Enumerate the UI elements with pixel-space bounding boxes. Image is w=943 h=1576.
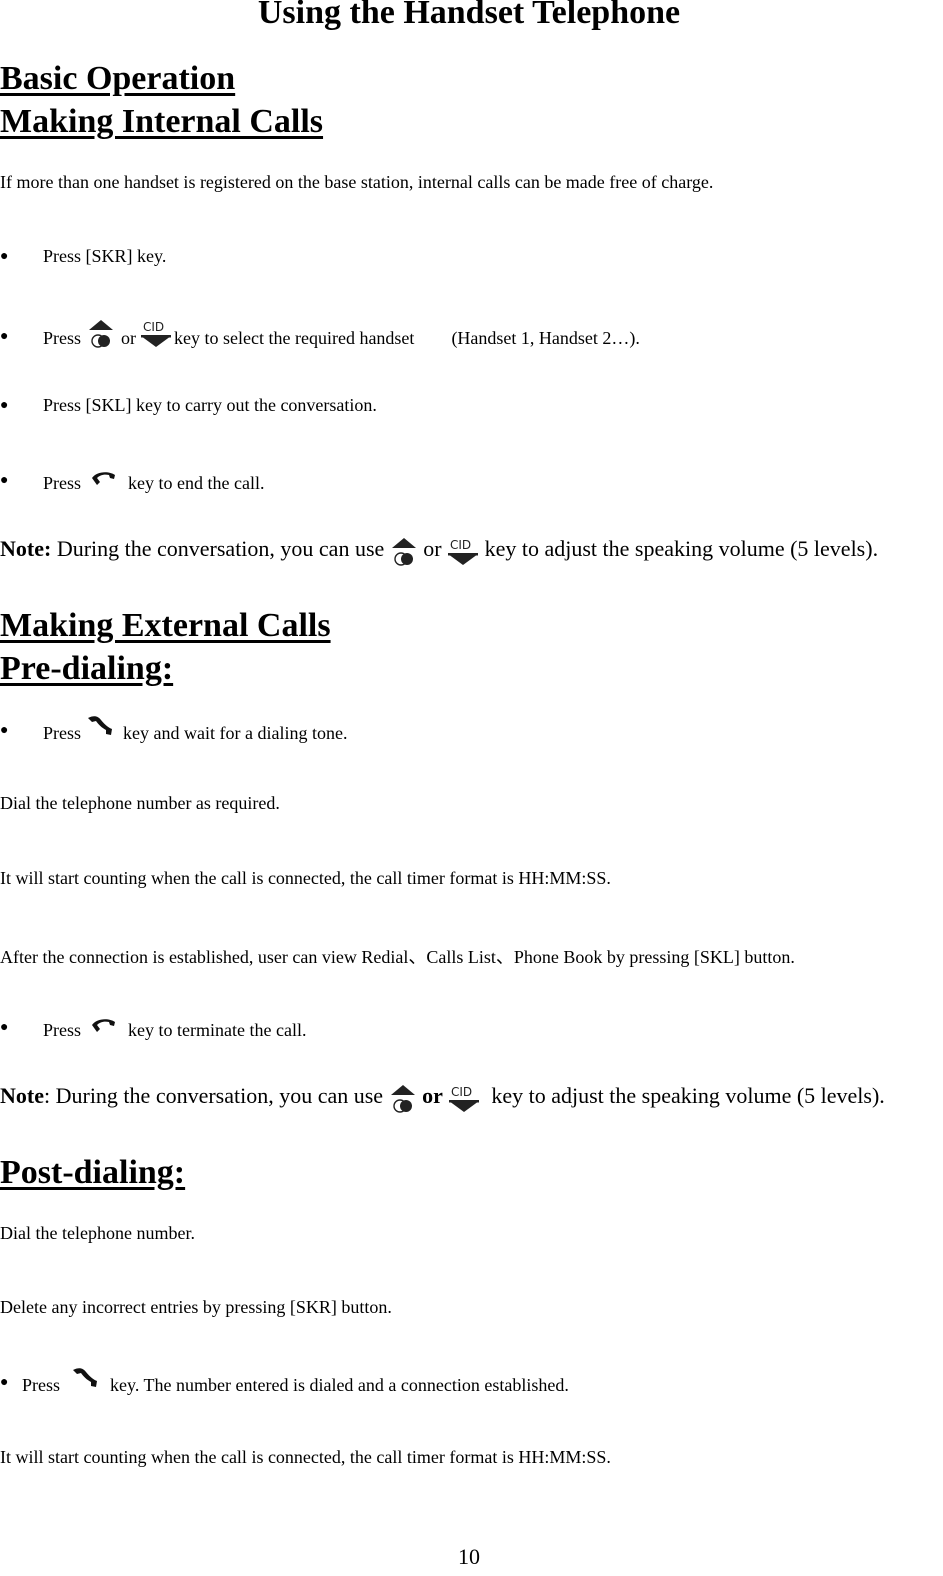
pre-dialing-para-1: Dial the telephone number as required. [0, 793, 280, 813]
step-text-pre: Press [43, 328, 82, 348]
note-label: Note [0, 1083, 44, 1108]
step-text-post: key to terminate the call. [128, 1020, 307, 1040]
note-text-post: key to adjust the speaking volume (5 lev… [484, 536, 879, 561]
list-item: ● Press key to terminate the call. [0, 1013, 900, 1043]
internal-calls-note: Note: During the conversation, you can u… [0, 533, 938, 566]
pre-dialing-para-3: After the connection is established, use… [0, 947, 795, 967]
bullet-icon: ● [0, 723, 9, 738]
post-dialing-para-1: Dial the telephone number. [0, 1223, 195, 1243]
step-text-post: key. The number entered is dialed and a … [110, 1375, 569, 1395]
post-dialing-para-2: Delete any incorrect entries by pressing… [0, 1297, 392, 1317]
list-item: ● Press [SKL] key to carry out the conve… [0, 395, 900, 421]
step-text-post: key to select the required handset [174, 328, 415, 348]
pre-dialing-note: Note: During the conversation, you can u… [0, 1080, 938, 1113]
post-dialing-para-3: It will start counting when the call is … [0, 1447, 611, 1467]
end-call-icon [89, 1017, 119, 1035]
internal-calls-intro: If more than one handset is registered o… [0, 172, 714, 192]
step-text-pre: Press [43, 473, 82, 493]
heading-basic-operation: Basic Operation [0, 60, 236, 97]
note-text-post: key to adjust the speaking volume (5 lev… [491, 1083, 885, 1108]
heading-pre-dialing: Pre-dialing: [0, 650, 174, 687]
step-text-post: key and wait for a dialing tone. [123, 723, 348, 743]
cid-down-arrow-icon: CID [448, 1084, 480, 1114]
heading-making-internal-calls: Making Internal Calls [0, 103, 324, 140]
step-text: Press [SKL] key to carry out the convers… [43, 395, 377, 415]
bullet-icon: ● [0, 398, 9, 413]
bullet-icon: ● [0, 1375, 9, 1390]
note-text-pre: During the conversation, you can use [56, 536, 385, 561]
cid-label: CID [143, 320, 164, 334]
list-item: ● Press key to end the call. [0, 466, 900, 496]
page-title: Using the Handset Telephone [257, 0, 681, 31]
step-text-post: key to end the call. [128, 473, 265, 493]
bullet-icon: ● [0, 473, 9, 488]
step-text-pre: Press [43, 723, 82, 743]
step-text-pre: Press [22, 1375, 61, 1395]
list-item: ● Press [SKR] key. [0, 246, 900, 272]
bullet-icon: ● [0, 249, 9, 264]
up-arrow-intercom-icon [87, 319, 115, 349]
pre-dialing-para-2: It will start counting when the call is … [0, 868, 611, 888]
note-text-pre: During the conversation, you can use [50, 1083, 384, 1108]
cid-down-arrow-icon: CID [447, 537, 479, 567]
talk-icon [85, 714, 115, 736]
page-number: 10 [458, 1544, 480, 1569]
heading-making-external-calls: Making External Calls [0, 607, 331, 644]
note-text-or: or [423, 536, 442, 561]
step-text-extra: (Handset 1, Handset 2…). [451, 328, 640, 348]
svg-text:CID: CID [450, 538, 471, 552]
talk-icon [70, 1366, 100, 1388]
list-item: ● Press key. The number entered is diale… [0, 1368, 900, 1398]
end-call-icon [89, 470, 119, 488]
step-text: Press [SKR] key. [43, 246, 167, 266]
note-label: Note: [0, 536, 52, 561]
list-item: ● Press key and wait for a dialing tone. [0, 716, 900, 746]
step-text-pre: Press [43, 1020, 82, 1040]
heading-post-dialing: Post-dialing: [0, 1154, 186, 1191]
bullet-icon: ● [0, 329, 9, 344]
bullet-icon: ● [0, 1020, 9, 1035]
note-text-or: or [422, 1083, 443, 1108]
step-text-or: or [121, 328, 137, 348]
list-item: ● Press or CID key to select the require… [0, 312, 900, 352]
cid-down-arrow-icon: CID [140, 319, 172, 349]
svg-text:CID: CID [451, 1085, 472, 1099]
up-arrow-intercom-icon [389, 1084, 417, 1114]
up-arrow-intercom-icon [390, 537, 418, 567]
